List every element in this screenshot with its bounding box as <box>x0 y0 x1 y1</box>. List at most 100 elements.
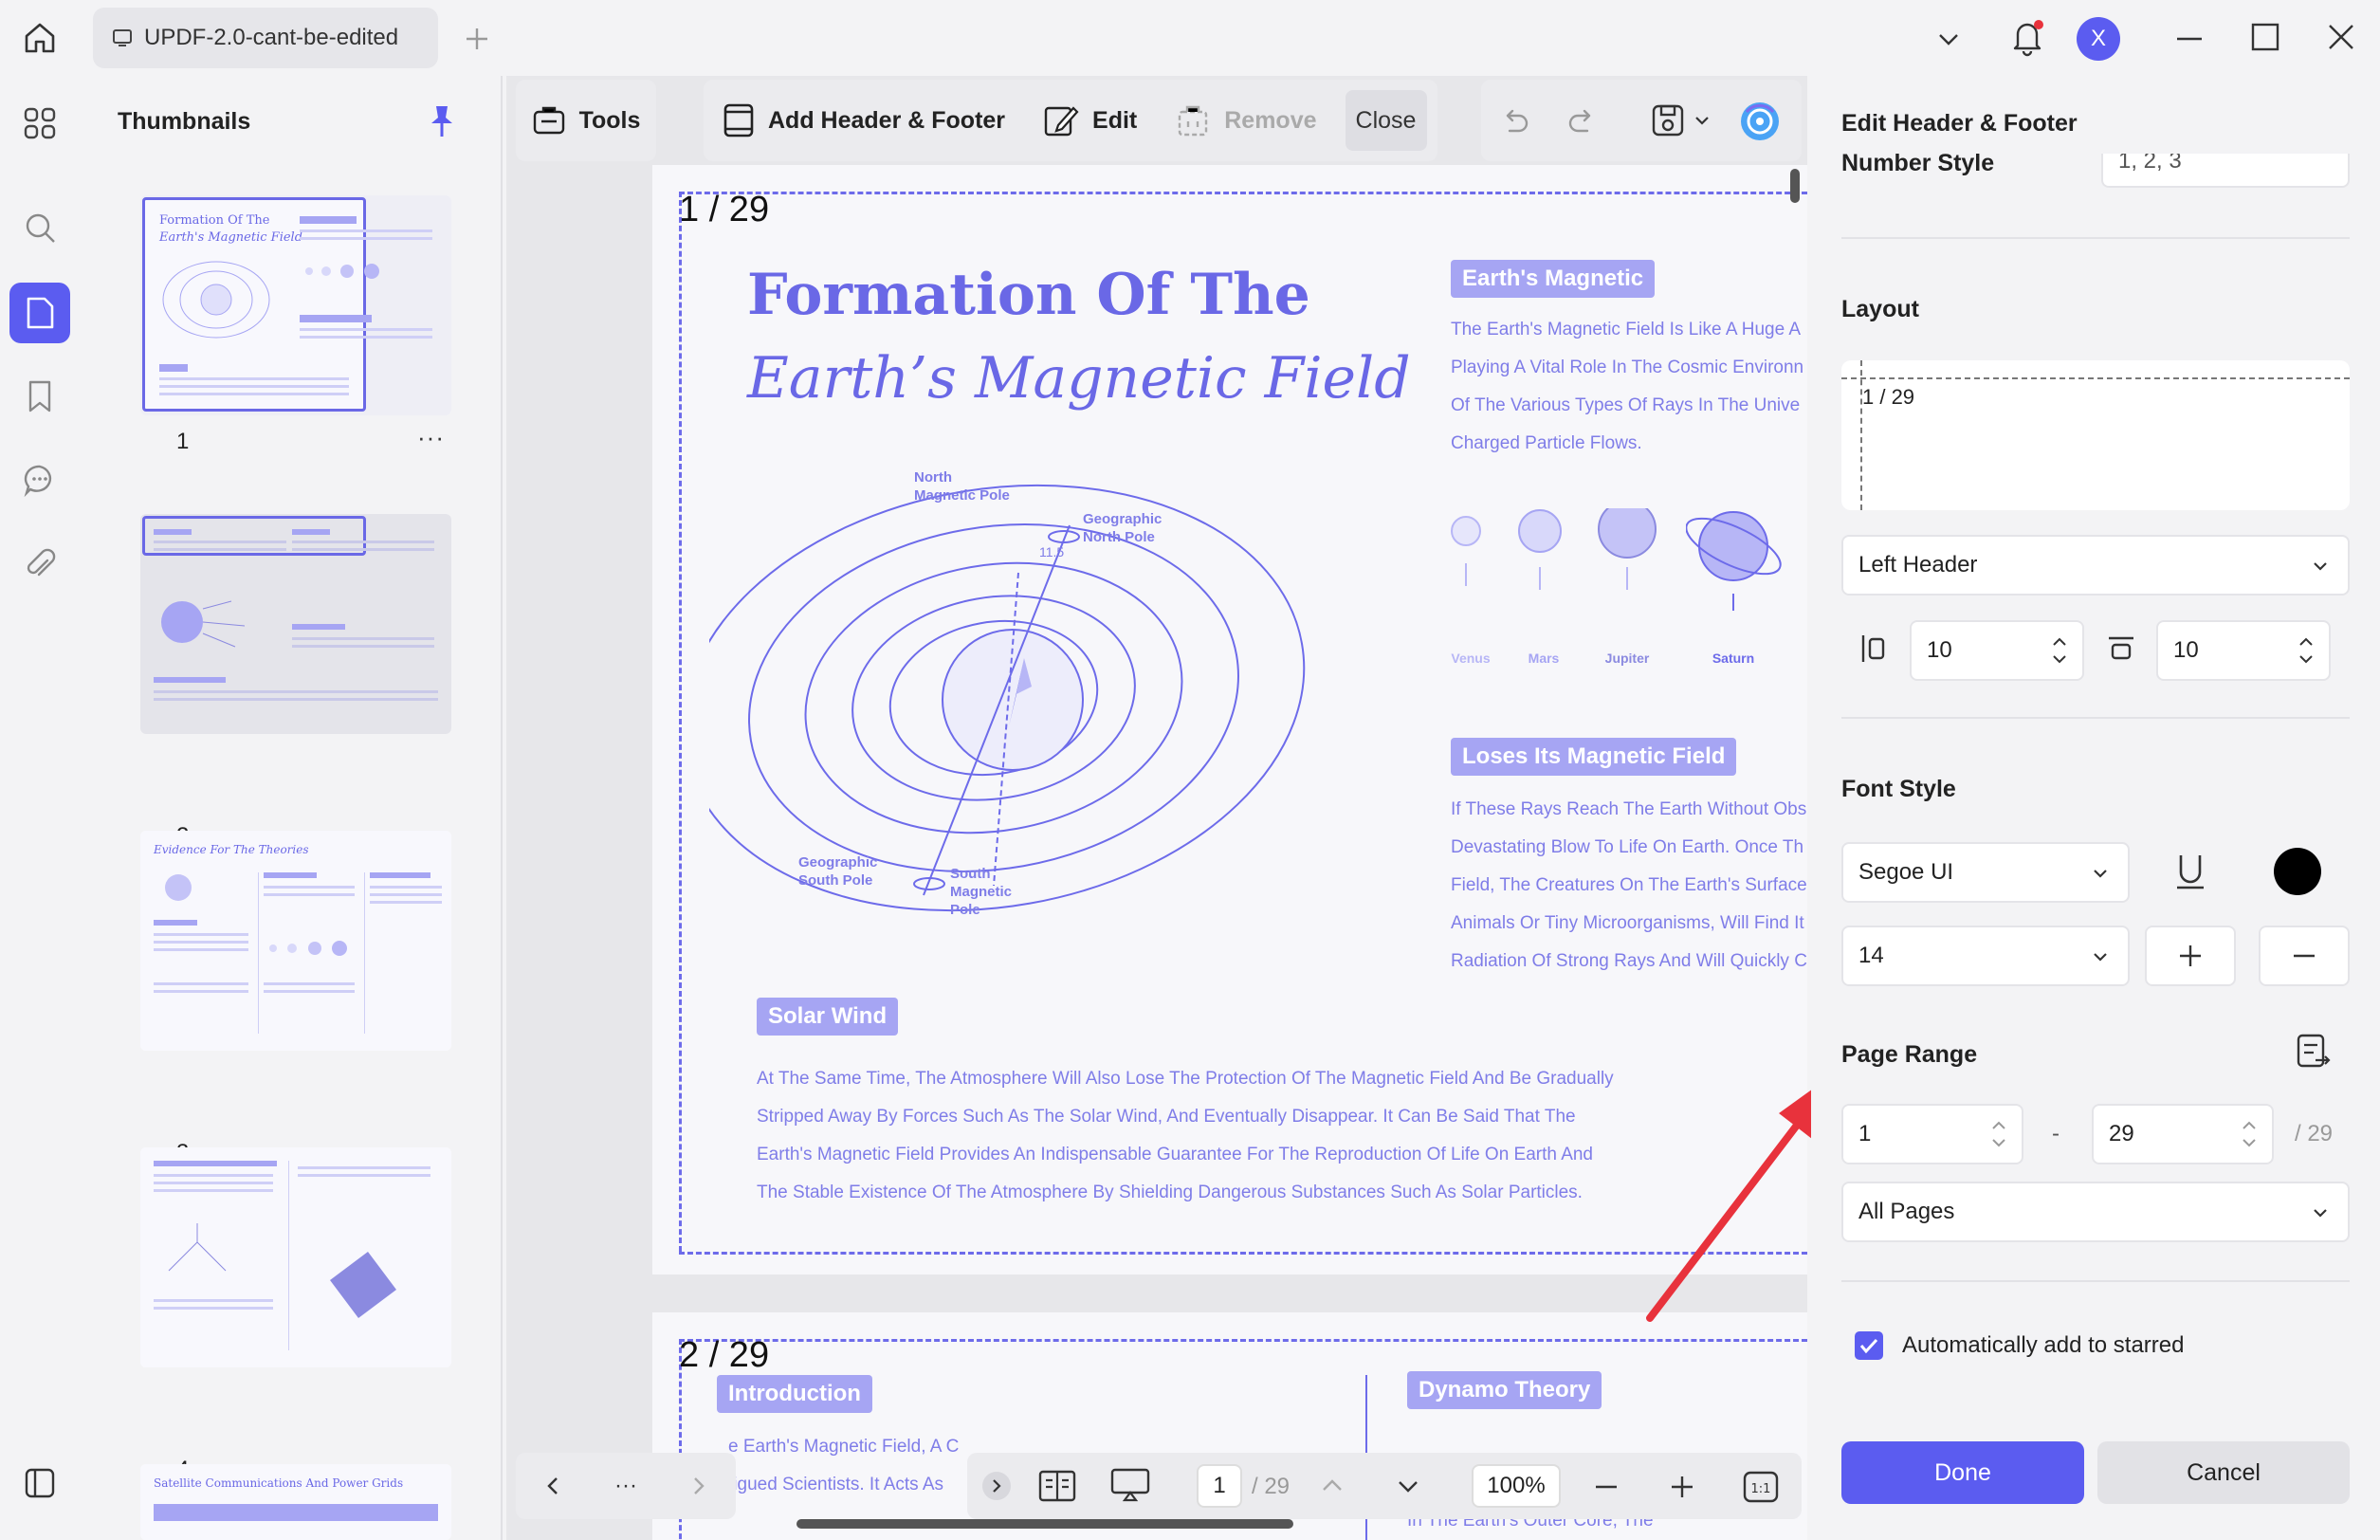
close-window-icon[interactable] <box>2325 21 2357 53</box>
presentation-icon[interactable] <box>1109 1466 1151 1506</box>
add-header-footer-button[interactable]: Add Header & Footer <box>723 102 1005 138</box>
close-button[interactable]: Close <box>1345 90 1427 151</box>
search-icon[interactable] <box>9 197 70 258</box>
section-label-earths-magnetic: Earth's Magnetic <box>1451 260 1656 298</box>
home-icon[interactable] <box>21 19 59 57</box>
thumbnail-page-3[interactable]: Evidence For The Theories <box>140 831 451 1051</box>
edit-button[interactable]: Edit <box>1043 102 1137 138</box>
page-range-settings-icon[interactable] <box>2295 1032 2333 1072</box>
planet-label-mars: Mars <box>1528 651 1560 666</box>
thumbnails-title: Thumbnails <box>118 108 251 135</box>
remove-button[interactable]: Remove <box>1175 102 1317 138</box>
save-options-chevron-icon[interactable] <box>1693 112 1711 129</box>
actual-size-icon[interactable]: 1:1 <box>1743 1470 1779 1504</box>
next-page-icon[interactable] <box>1396 1474 1420 1498</box>
pin-icon[interactable] <box>427 102 457 140</box>
zoom-out-icon[interactable] <box>1593 1474 1620 1500</box>
minimize-icon[interactable] <box>2173 23 2206 55</box>
grid-view-icon[interactable] <box>9 93 70 154</box>
section-divider <box>1841 1280 2350 1282</box>
planet-label-saturn: Saturn <box>1712 651 1755 666</box>
avatar[interactable]: X <box>2077 17 2120 61</box>
font-size-dropdown[interactable]: 14 <box>1841 926 2130 986</box>
section-divider <box>1841 717 2350 719</box>
range-to-input[interactable]: 29 <box>2092 1104 2274 1164</box>
edit-header-footer-panel: Edit Header & Footer Number Style 1, 2, … <box>1811 76 2380 1540</box>
svg-text:Satellite Communications And P: Satellite Communications And Power Grids <box>154 1476 403 1490</box>
svg-text:Formation Of The: Formation Of The <box>159 213 270 228</box>
thumbnail-page-4[interactable] <box>140 1147 451 1367</box>
minus-icon <box>2294 954 2315 958</box>
new-tab-icon[interactable] <box>463 25 491 53</box>
saturn-illustration <box>1686 511 1782 611</box>
thumbnail-page-5[interactable]: Satellite Communications And Power Grids <box>140 1464 451 1540</box>
planet-label-venus: Venus <box>1451 651 1491 666</box>
edit-icon <box>1043 102 1079 138</box>
pager-more-button[interactable]: ··· <box>614 1473 637 1499</box>
page-number-input[interactable]: 1 <box>1197 1464 1242 1508</box>
remove-icon <box>1175 102 1211 138</box>
checkbox-checked-icon <box>1855 1331 1883 1360</box>
layout-preview: 1 / 29 <box>1841 360 2350 510</box>
thumbnail-more-button[interactable]: ··· <box>417 423 445 452</box>
redo-icon[interactable] <box>1566 104 1599 137</box>
range-separator: - <box>2052 1121 2060 1146</box>
left-margin-input[interactable]: 10 <box>1910 620 2084 681</box>
page-scroll-indicator[interactable] <box>1790 169 1800 203</box>
thumbnails-panel: Thumbnails Formation Of The Earth's Magn… <box>89 76 503 1540</box>
collapse-toolbar-icon[interactable] <box>982 1472 1011 1500</box>
save-icon[interactable] <box>1650 102 1686 138</box>
thumbnail-page-2[interactable] <box>140 514 451 734</box>
thumbnail-page-number: 1 <box>176 429 190 454</box>
display-mode-icon[interactable] <box>9 1453 70 1513</box>
label-north-magnetic-pole: North Magnetic Pole <box>914 469 1010 504</box>
font-style-label: Font Style <box>1841 776 1956 802</box>
horizontal-scrollbar[interactable] <box>796 1519 1293 1529</box>
font-family-dropdown[interactable]: Segoe UI <box>1841 842 2130 903</box>
svg-text:Evidence For The Theories: Evidence For The Theories <box>153 843 309 856</box>
document-tab[interactable]: UPDF-2.0-cant-be-edited <box>93 8 438 68</box>
page-header-number: 1 / 29 <box>679 190 770 229</box>
margin-guide-line <box>679 192 682 1252</box>
page-title-line-2: Earth’s Magnetic Field <box>747 345 1411 412</box>
decrease-font-size-button[interactable] <box>2259 926 2350 986</box>
notification-bell-icon[interactable] <box>2008 17 2046 57</box>
comments-icon[interactable] <box>9 449 70 510</box>
page-range-label: Page Range <box>1841 1041 1978 1068</box>
font-color-swatch[interactable] <box>2274 848 2321 895</box>
tools-button[interactable]: Tools <box>516 80 656 161</box>
panel-title: Edit Header & Footer <box>1841 110 2078 137</box>
range-from-input[interactable]: 1 <box>1841 1104 2023 1164</box>
attachment-icon[interactable] <box>9 535 70 596</box>
thumbnails-icon[interactable] <box>9 283 70 343</box>
chevron-left-icon[interactable] <box>541 1475 564 1497</box>
section-label-introduction: Introduction <box>717 1375 872 1413</box>
chevron-down-icon[interactable] <box>1934 25 1963 53</box>
ai-assistant-icon[interactable] <box>1737 99 1783 144</box>
auto-add-starred-checkbox[interactable]: Automatically add to starred <box>1855 1331 2184 1360</box>
layout-label: Layout <box>1841 296 1919 322</box>
undo-icon[interactable] <box>1498 104 1530 137</box>
zoom-in-icon[interactable] <box>1669 1474 1695 1500</box>
zoom-level-field[interactable]: 100% <box>1472 1464 1561 1508</box>
page-range-mode-dropdown[interactable]: All Pages <box>1841 1182 2350 1242</box>
chevron-right-icon[interactable] <box>687 1475 710 1497</box>
number-style-dropdown[interactable]: 1, 2, 3 <box>2101 154 2350 188</box>
top-margin-input[interactable]: 10 <box>2156 620 2331 681</box>
section-label-solar-wind: Solar Wind <box>757 998 899 1036</box>
two-page-view-icon[interactable] <box>1037 1468 1077 1504</box>
header-guide-line <box>679 1339 1807 1342</box>
planet-label-jupiter: Jupiter <box>1604 651 1650 666</box>
increase-font-size-button[interactable] <box>2145 926 2236 986</box>
underline-icon[interactable] <box>2173 852 2207 893</box>
cancel-button[interactable]: Cancel <box>2097 1441 2350 1504</box>
tools-icon <box>532 104 566 137</box>
thumbnail-page-1[interactable]: Formation Of The Earth's Magnetic Field <box>140 195 451 415</box>
done-button[interactable]: Done <box>1841 1441 2084 1504</box>
previous-page-icon[interactable] <box>1320 1474 1345 1498</box>
maximize-icon[interactable] <box>2249 21 2281 53</box>
bookmark-icon[interactable] <box>9 366 70 427</box>
position-dropdown[interactable]: Left Header <box>1841 535 2350 596</box>
page-total: / 29 <box>1252 1474 1291 1499</box>
top-margin-icon <box>2107 635 2135 662</box>
